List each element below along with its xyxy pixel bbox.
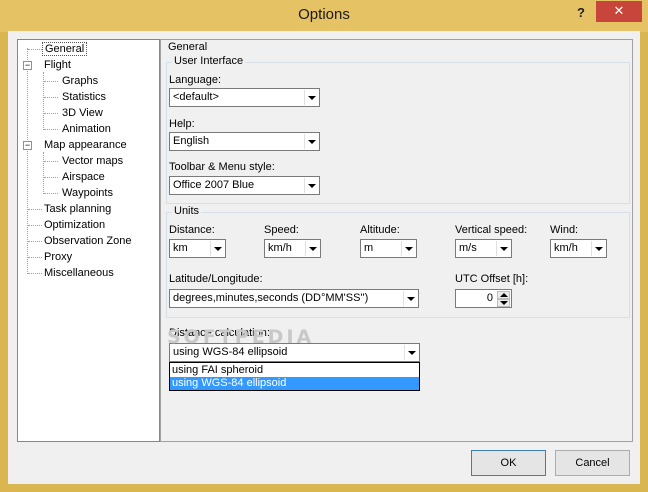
ok-button[interactable]: OK: [471, 450, 546, 476]
lat-lon-format-label: Latitude/Longitude:: [169, 273, 263, 285]
dropdown-option-wgs84-ellipsoid[interactable]: using WGS-84 ellipsoid: [170, 377, 419, 390]
chevron-down-icon[interactable]: [591, 241, 605, 256]
toolbar-style-value: Office 2007 Blue: [173, 179, 255, 191]
help-language-select[interactable]: English: [169, 132, 320, 151]
panel-heading: General: [168, 41, 208, 53]
chevron-down-icon[interactable]: [401, 241, 415, 256]
general-settings-panel: General User Interface Language: <defaul…: [160, 39, 633, 442]
language-value: <default>: [173, 91, 219, 103]
chevron-down-icon[interactable]: [305, 241, 319, 256]
distance-unit-label: Distance:: [169, 224, 215, 236]
dropdown-option-fai-spheroid[interactable]: using FAI spheroid: [170, 364, 419, 377]
tree-item-flight[interactable]: Flight: [42, 58, 73, 73]
window-title: Options: [298, 6, 350, 23]
toolbar-style-select[interactable]: Office 2007 Blue: [169, 176, 320, 195]
wind-unit-label: Wind:: [550, 224, 579, 236]
chevron-down-icon[interactable]: [496, 241, 510, 256]
utc-offset-stepper[interactable]: 0: [455, 289, 512, 308]
tree-connector-line: [28, 49, 42, 50]
collapse-map-appearance-icon[interactable]: −: [23, 141, 32, 150]
title-bar[interactable]: Options ? ✕: [0, 0, 648, 32]
distance-unit-value: km: [173, 242, 188, 254]
tree-item-graphs[interactable]: Graphs: [60, 74, 100, 89]
speed-unit-label: Speed:: [264, 224, 299, 236]
lat-lon-format-select[interactable]: degrees,minutes,seconds (DD°MM'SS''): [169, 289, 419, 308]
altitude-unit-label: Altitude:: [360, 224, 400, 236]
help-language-value: English: [173, 135, 210, 147]
tree-item-airspace[interactable]: Airspace: [60, 170, 107, 185]
tree-item-observation-zone[interactable]: Observation Zone: [42, 234, 133, 249]
help-button[interactable]: ?: [570, 3, 592, 23]
cancel-button[interactable]: Cancel: [555, 450, 630, 476]
wind-unit-select[interactable]: km/h: [550, 239, 607, 258]
tree-item-optimization[interactable]: Optimization: [42, 218, 107, 233]
tree-connector-line: [28, 209, 42, 210]
tree-connector-line: [28, 225, 42, 226]
chevron-down-icon[interactable]: [210, 241, 224, 256]
vertical-speed-unit-select[interactable]: m/s: [455, 239, 512, 258]
utc-offset-value: 0: [486, 292, 493, 304]
wind-unit-value: km/h: [554, 242, 578, 254]
speed-unit-value: km/h: [268, 242, 292, 254]
tree-item-statistics[interactable]: Statistics: [60, 90, 108, 105]
chevron-down-icon[interactable]: [304, 134, 318, 149]
tree-connector-line: [44, 97, 58, 98]
speed-unit-select[interactable]: km/h: [264, 239, 321, 258]
chevron-down-icon[interactable]: [403, 291, 417, 306]
dialog-client-area: − − General Flight Graphs Statistics 3D …: [8, 31, 640, 484]
tree-connector-line: [28, 273, 42, 274]
distance-unit-select[interactable]: km: [169, 239, 226, 258]
tree-connector-line: [44, 81, 58, 82]
tree-connector-line: [44, 193, 58, 194]
chevron-down-icon[interactable]: [304, 90, 318, 105]
utc-offset-label: UTC Offset [h]:: [455, 273, 529, 285]
spin-up-icon[interactable]: [497, 291, 510, 299]
tree-connector-line: [28, 241, 42, 242]
tree-item-3d-view[interactable]: 3D View: [60, 106, 105, 121]
tree-connector-line: [44, 113, 58, 114]
units-group-title: Units: [172, 205, 202, 217]
tree-item-proxy[interactable]: Proxy: [42, 250, 74, 265]
options-tree[interactable]: − − General Flight Graphs Statistics 3D …: [17, 39, 160, 442]
tree-item-map-appearance[interactable]: Map appearance: [42, 138, 129, 153]
language-label: Language:: [169, 74, 221, 86]
toolbar-style-label: Toolbar & Menu style:: [169, 161, 275, 173]
user-interface-group-title: User Interface: [172, 55, 246, 67]
spin-down-icon[interactable]: [497, 299, 510, 307]
tree-connector-line: [44, 177, 58, 178]
tree-item-task-planning[interactable]: Task planning: [42, 202, 113, 217]
tree-item-vector-maps[interactable]: Vector maps: [60, 154, 125, 169]
tree-connector-line: [43, 152, 44, 194]
tree-connector-line: [44, 161, 58, 162]
close-button[interactable]: ✕: [596, 1, 642, 22]
tree-connector-line: [44, 129, 58, 130]
tree-item-animation[interactable]: Animation: [60, 122, 113, 137]
vertical-speed-unit-label: Vertical speed:: [455, 224, 528, 236]
softpedia-watermark: SOFTPEDIA: [167, 326, 315, 348]
vertical-speed-unit-value: m/s: [459, 242, 477, 254]
lat-lon-format-value: degrees,minutes,seconds (DD°MM'SS''): [173, 292, 369, 304]
chevron-down-icon[interactable]: [304, 178, 318, 193]
tree-item-waypoints[interactable]: Waypoints: [60, 186, 115, 201]
altitude-unit-select[interactable]: m: [360, 239, 417, 258]
options-window: Options ? ✕ − − General Flight Graphs St…: [0, 0, 648, 492]
help-label: Help:: [169, 118, 195, 130]
altitude-unit-value: m: [364, 242, 374, 254]
collapse-flight-icon[interactable]: −: [23, 61, 32, 70]
tree-connector-line: [28, 257, 42, 258]
chevron-down-icon[interactable]: [404, 345, 418, 360]
tree-item-miscellaneous[interactable]: Miscellaneous: [42, 266, 116, 281]
distance-calculation-dropdown[interactable]: using FAI spheroid using WGS-84 ellipsoi…: [169, 362, 420, 391]
language-select[interactable]: <default>: [169, 88, 320, 107]
tree-item-general[interactable]: General: [42, 42, 88, 57]
